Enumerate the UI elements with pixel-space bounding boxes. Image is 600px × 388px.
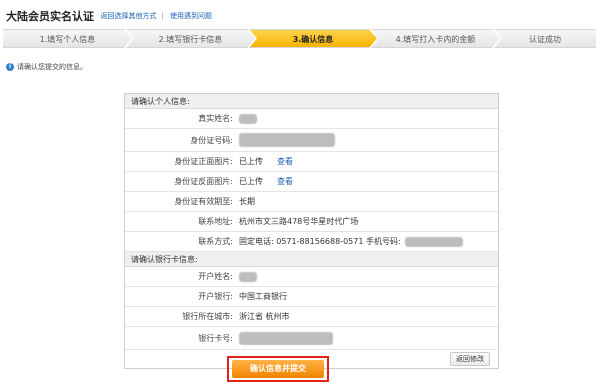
row-id-number: 身份证号码: [125, 129, 498, 152]
row-id-validity: 身份证有效期至: 长期 [125, 192, 498, 212]
row-address: 联系地址: 杭州市文三路478号华星时代广场 [125, 212, 498, 232]
step-success: 认证成功 [494, 29, 596, 48]
row-contact: 联系方式: 固定电话: 0571-88156688-0571 手机号码: [125, 232, 498, 252]
choose-other-method-link[interactable]: 返回选择其他方式 [101, 12, 157, 20]
step-bank-info: 2.填写银行卡信息 [126, 29, 255, 48]
header-separator: | [161, 12, 164, 20]
step-personal-info: 1.填写个人信息 [3, 29, 132, 48]
address-value: 杭州市文三路478号华星时代广场 [239, 217, 359, 226]
submit-highlight-frame: 确认信息并提交 [227, 356, 329, 382]
page-title: 大陆会员实名认证 [6, 10, 94, 23]
bank-section-label: 请确认银行卡信息: [131, 254, 198, 264]
id-number-label: 身份证号码: [190, 135, 233, 145]
view-id-front-link[interactable]: 查看 [277, 156, 293, 167]
notice-text: 请确认您提交的信息。 [17, 63, 87, 71]
address-label: 联系地址: [198, 217, 233, 226]
account-holder-label: 开户姓名: [198, 272, 233, 281]
step-enter-amount: 4.填写打入卡内的金额 [371, 29, 500, 48]
row-id-front: 身份证正面图片: 已上传 查看 [125, 152, 498, 172]
contact-value: 固定电话: 0571-88156688-0571 手机号码: [239, 237, 401, 246]
bank-label: 开户银行: [198, 292, 233, 301]
id-front-label: 身份证正面图片: [174, 157, 233, 166]
id-back-label: 身份证反面图片: [174, 177, 233, 186]
progress-steps: 1.填写个人信息 2.填写银行卡信息 3.确认信息 4.填写打入卡内的金额 认证… [3, 29, 596, 48]
info-icon: i [6, 63, 14, 71]
card-number-redacted [239, 331, 333, 345]
personal-section-label: 请确认个人信息: [131, 96, 190, 106]
account-holder-redacted [239, 271, 257, 282]
back-edit-button[interactable]: 返回修改 [450, 352, 490, 366]
bank-city-value: 浙江省 杭州市 [239, 312, 290, 321]
row-bank: 开户银行: 中国工商银行 [125, 287, 498, 307]
personal-section-title: 请确认个人信息: [125, 94, 498, 109]
confirm-panel: 请确认个人信息: 真实姓名: 身份证号码: 身份证正面图片: 已上传 查看 身份… [124, 93, 499, 369]
help-link[interactable]: 使用遇到问题 [170, 12, 212, 20]
step-confirm-info: 3.确认信息 [249, 29, 377, 48]
confirm-notice: i 请确认您提交的信息。 [6, 62, 87, 72]
id-number-redacted [239, 133, 335, 147]
row-account-holder: 开户姓名: [125, 267, 498, 287]
page-header: 大陆会员实名认证 返回选择其他方式 | 使用遇到问题 [6, 8, 212, 28]
bank-city-label: 银行所在城市: [182, 312, 233, 321]
view-id-back-link[interactable]: 查看 [277, 176, 293, 187]
id-front-status: 已上传 [239, 157, 263, 166]
mobile-redacted [404, 236, 463, 247]
id-validity-label: 身份证有效期至: [174, 197, 233, 206]
contact-label: 联系方式: [198, 237, 233, 246]
real-name-redacted [239, 113, 257, 124]
card-number-label: 银行卡号: [198, 333, 233, 343]
row-card-number: 银行卡号: [125, 327, 498, 350]
id-back-status: 已上传 [239, 177, 263, 186]
bank-section-title: 请确认银行卡信息: [125, 252, 498, 267]
confirm-submit-button[interactable]: 确认信息并提交 [232, 360, 324, 378]
row-bank-city: 银行所在城市: 浙江省 杭州市 [125, 307, 498, 327]
row-real-name: 真实姓名: [125, 109, 498, 129]
bank-value: 中国工商银行 [239, 292, 287, 301]
real-name-label: 真实姓名: [198, 114, 233, 123]
id-validity-value: 长期 [239, 197, 255, 206]
row-id-back: 身份证反面图片: 已上传 查看 [125, 172, 498, 192]
